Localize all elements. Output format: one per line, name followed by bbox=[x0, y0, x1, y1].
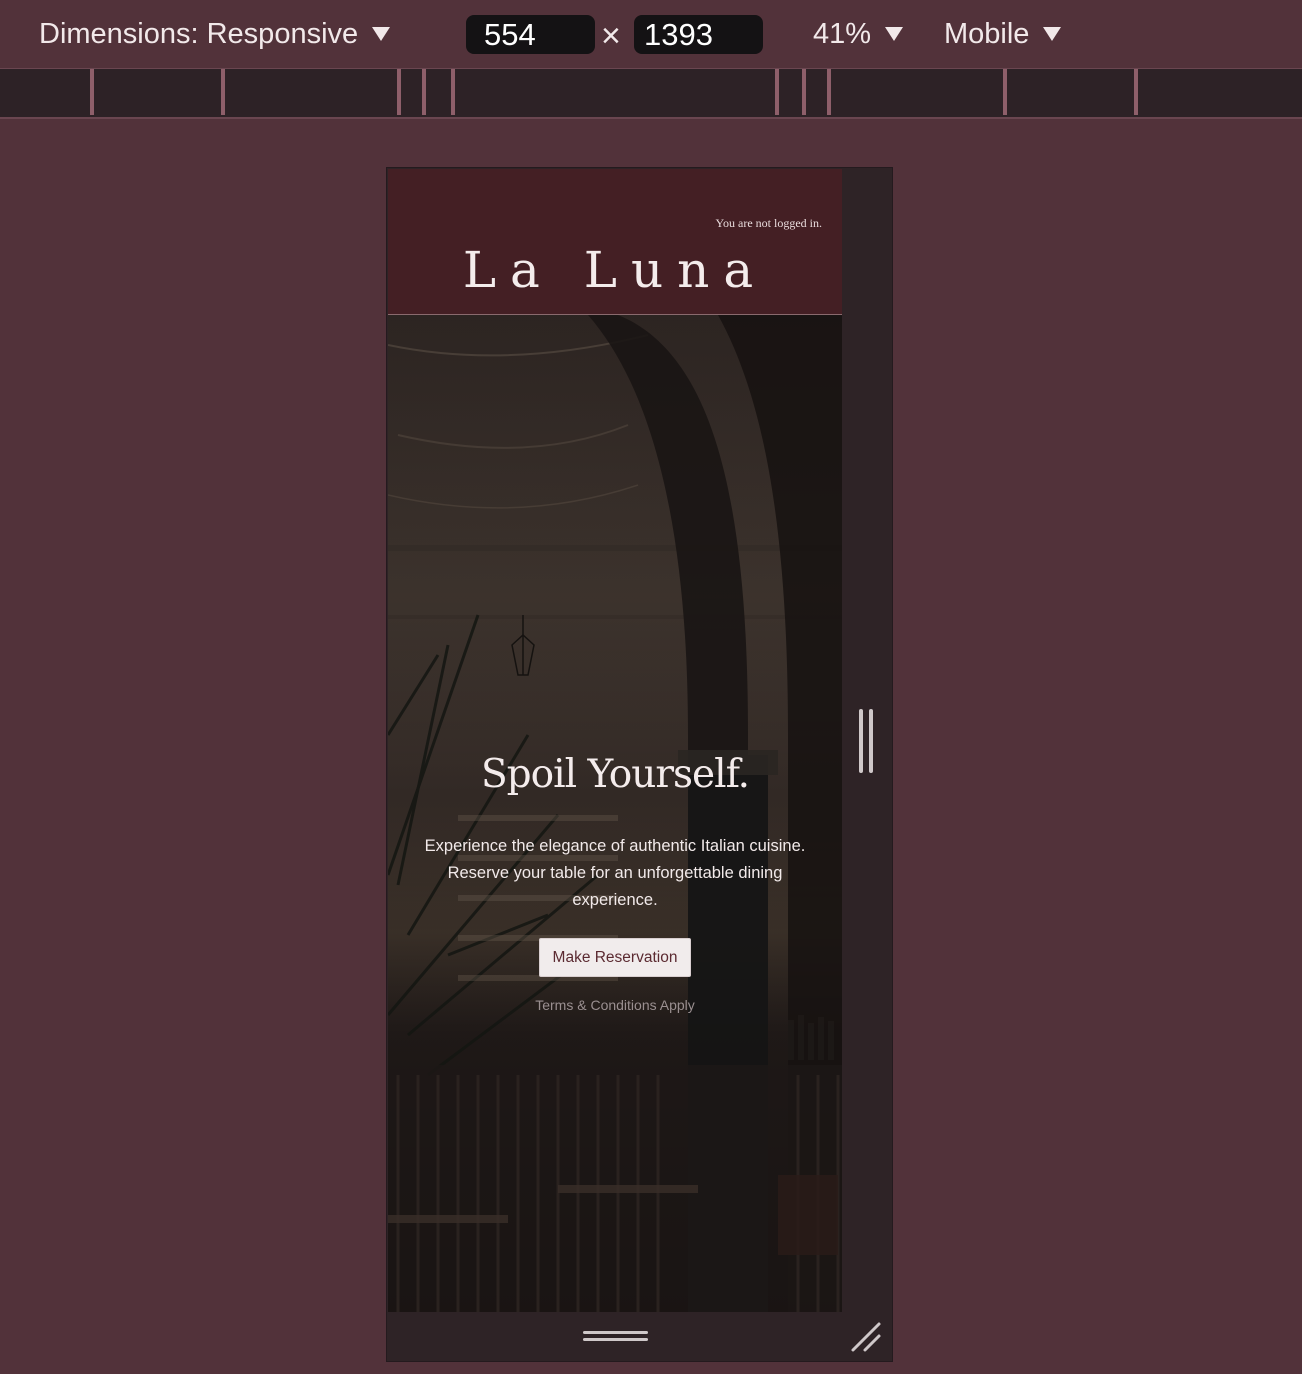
device-label: Mobile bbox=[944, 17, 1030, 50]
ruler-marker[interactable] bbox=[397, 69, 401, 115]
times-symbol: × bbox=[601, 17, 621, 55]
chevron-down-icon bbox=[372, 27, 391, 41]
dimensions-dropdown[interactable]: Dimensions: Responsive bbox=[39, 0, 391, 68]
ruler-marker[interactable] bbox=[802, 69, 806, 115]
terms-link[interactable]: Terms & Conditions Apply bbox=[388, 997, 842, 1013]
resize-corner-icon[interactable] bbox=[849, 1320, 883, 1354]
media-query-ruler[interactable] bbox=[0, 69, 1302, 119]
device-frame: You are not logged in. La Luna Spoil You… bbox=[387, 168, 892, 1361]
resize-handle-right[interactable] bbox=[859, 709, 873, 773]
ruler-marker[interactable] bbox=[1003, 69, 1007, 115]
login-status: You are not logged in. bbox=[715, 216, 822, 230]
ruler-marker[interactable] bbox=[422, 69, 426, 115]
dimensions-label: Dimensions: Responsive bbox=[39, 17, 359, 50]
hero-title: Spoil Yourself. bbox=[480, 752, 750, 797]
height-input[interactable]: 1393 bbox=[634, 15, 763, 54]
chevron-down-icon bbox=[885, 27, 904, 41]
device-viewport: You are not logged in. La Luna Spoil You… bbox=[388, 169, 842, 1312]
brand-logo[interactable]: La Luna bbox=[388, 241, 842, 299]
device-dropdown[interactable]: Mobile bbox=[944, 0, 1062, 68]
site-header: You are not logged in. La Luna bbox=[388, 169, 842, 315]
zoom-dropdown[interactable]: 41% bbox=[813, 0, 904, 68]
resize-handle-bottom[interactable] bbox=[583, 1331, 648, 1345]
hero-section: Spoil Yourself. Experience the elegance … bbox=[388, 315, 842, 1312]
hero-content: Spoil Yourself. Experience the elegance … bbox=[388, 752, 842, 1013]
ruler-marker[interactable] bbox=[451, 69, 455, 115]
width-input[interactable]: 554 bbox=[466, 15, 595, 54]
ruler-marker[interactable] bbox=[775, 69, 779, 115]
ruler-marker[interactable] bbox=[90, 69, 94, 115]
ruler-marker[interactable] bbox=[827, 69, 831, 115]
make-reservation-button[interactable]: Make Reservation bbox=[538, 938, 692, 977]
ruler-marker[interactable] bbox=[1134, 69, 1138, 115]
devtools-toolbar: Dimensions: Responsive 554 × 1393 41% Mo… bbox=[0, 0, 1302, 69]
zoom-label: 41% bbox=[813, 17, 872, 50]
ruler-marker[interactable] bbox=[221, 69, 225, 115]
chevron-down-icon bbox=[1043, 27, 1062, 41]
hero-description: Experience the elegance of authentic Ita… bbox=[424, 837, 806, 909]
